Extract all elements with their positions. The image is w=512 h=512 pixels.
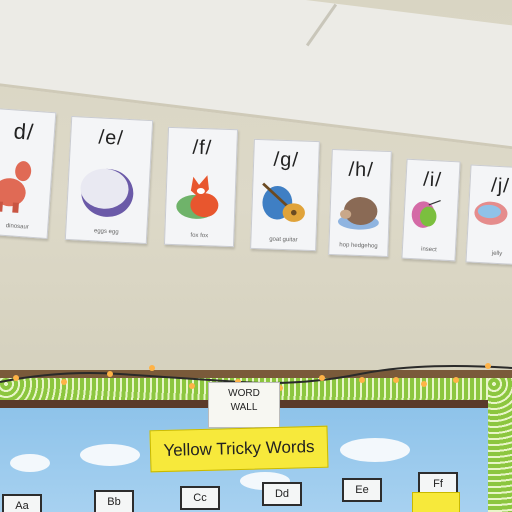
letter-tile-ee: Ee [342, 478, 382, 502]
alphabet-card-e: /e/ eggs egg [64, 115, 154, 245]
egg-icon [80, 168, 134, 217]
letter-tile-cc: Cc [180, 486, 220, 510]
card-caption: hop hedgehog [339, 242, 378, 250]
card-sound: /g/ [273, 148, 300, 172]
cloud [10, 454, 50, 472]
fox-icon [176, 175, 219, 219]
card-sound: d/ [12, 118, 35, 145]
insect-icon [411, 200, 441, 228]
alphabet-card-f: /f/ fox fox [163, 126, 239, 248]
cloud [340, 438, 410, 462]
word-wall-sign: WORD WALL [208, 382, 280, 428]
card-sound: /h/ [348, 158, 375, 182]
tricky-words-banner: Yellow Tricky Words [149, 425, 329, 473]
alphabet-card-g: /g/ goat guitar [250, 138, 320, 252]
card-sound: /e/ [98, 126, 125, 150]
alphabet-card-d: d/ dinosaur [0, 107, 57, 240]
word-wall-line1: WORD [228, 388, 260, 399]
letter-tile-aa: Aa [2, 494, 42, 512]
jellyfish-icon [474, 201, 508, 225]
card-caption: goat guitar [269, 236, 298, 244]
guitar-icon [262, 182, 305, 222]
card-caption: insect [420, 246, 437, 254]
word-wall-line2: WALL [230, 402, 258, 413]
card-caption: jelly [491, 250, 503, 258]
letter-tile-dd: Dd [262, 482, 302, 506]
cloud [80, 444, 140, 466]
card-caption: eggs egg [93, 228, 119, 236]
yellow-card-partial [412, 492, 460, 512]
card-caption: dinosaur [5, 223, 29, 231]
hedgehog-icon [337, 197, 379, 230]
card-sound: /f/ [192, 136, 213, 160]
letter-tile-bb: Bb [94, 490, 134, 512]
alphabet-card-j: /j/ jelly [465, 164, 512, 266]
dinosaur-icon [0, 161, 32, 213]
classroom-scene: d/ dinosaur /e/ eggs egg /f/ fox fox /g/ [0, 0, 512, 512]
alphabet-card-h: /h/ hop hedgehog [328, 148, 392, 258]
card-caption: fox fox [190, 232, 209, 240]
alphabet-card-i: /i/ insect [401, 158, 461, 262]
